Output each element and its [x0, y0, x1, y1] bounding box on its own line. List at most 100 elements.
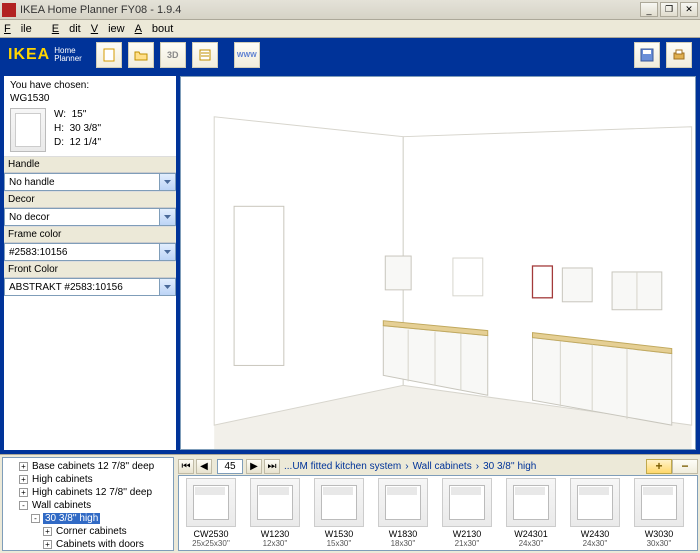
handle-select[interactable]: [4, 173, 160, 191]
prop-handle: Handle: [4, 156, 176, 191]
menu-view[interactable]: View: [91, 23, 125, 35]
zoom-out-button[interactable]: −: [672, 459, 698, 474]
print-button[interactable]: [666, 42, 692, 68]
close-button[interactable]: ✕: [680, 2, 698, 17]
gallery-item-name: CW2530: [193, 529, 228, 539]
category-tree[interactable]: +Base cabinets 12 7/8'' deep+High cabine…: [2, 457, 174, 551]
gallery-item[interactable]: W243024x30'': [565, 478, 625, 548]
prop-front-color: Front Color: [4, 261, 176, 296]
tree-item[interactable]: +Cabinets with doors: [3, 538, 173, 551]
chosen-thumbnail: [10, 108, 46, 152]
expand-icon[interactable]: +: [19, 462, 28, 471]
prop-decor: Decor: [4, 191, 176, 226]
chevron-down-icon[interactable]: [160, 173, 176, 191]
crumb-1[interactable]: Wall cabinets: [413, 461, 472, 472]
crumb-2[interactable]: 30 3/8'' high: [483, 461, 536, 472]
menu-bar: File Edit View About: [0, 20, 700, 38]
prop-frame-color: Frame color: [4, 226, 176, 261]
crumb-0[interactable]: ...UM fitted kitchen system: [284, 461, 401, 472]
expand-icon[interactable]: -: [31, 514, 40, 523]
tree-item[interactable]: -30 3/8'' high: [3, 512, 173, 525]
3d-button[interactable]: 3D: [160, 42, 186, 68]
tree-label: Wall cabinets: [31, 500, 92, 511]
app-icon: [2, 3, 16, 17]
gallery-item-name: W1830: [389, 529, 418, 539]
tree-label: High cabinets: [31, 474, 94, 485]
nav-prev-button[interactable]: ◀: [196, 459, 212, 474]
gallery-item-dim: 30x30'': [647, 539, 672, 548]
gallery-item-dim: 12x30'': [263, 539, 288, 548]
tree-label: 30 3/8'' high: [43, 513, 100, 524]
chevron-down-icon[interactable]: [160, 208, 176, 226]
tree-item[interactable]: +High cabinets 12 7/8'' deep: [3, 486, 173, 499]
logo: IKEA: [8, 46, 50, 64]
page-number: 45: [217, 459, 243, 474]
chevron-down-icon[interactable]: [160, 243, 176, 261]
gallery-item-dim: 24x30'': [519, 539, 544, 548]
open-button[interactable]: [128, 42, 154, 68]
gallery-item-dim: 21x30'': [455, 539, 480, 548]
gallery-item[interactable]: W183018x30'': [373, 478, 433, 548]
cabinet-thumbnail: [570, 478, 620, 527]
sidebar: You have chosen: WG1530 W: 15'' H: 30 3/…: [4, 76, 176, 450]
gallery-item-name: W24301: [514, 529, 548, 539]
breadcrumb-bar: ⏮ ◀ 45 ▶ ⏭ ...UM fitted kitchen system ›…: [178, 457, 698, 475]
tree-label: Cabinets with doors: [55, 539, 145, 550]
cabinet-thumbnail: [250, 478, 300, 527]
maximize-button[interactable]: ❐: [660, 2, 678, 17]
title-bar: IKEA Home Planner FY08 - 1.9.4 _ ❐ ✕: [0, 0, 700, 20]
chevron-down-icon[interactable]: [160, 278, 176, 296]
gallery-item-dim: 25x25x30'': [192, 539, 230, 548]
frame-color-select[interactable]: [4, 243, 160, 261]
tree-item[interactable]: +Corner cabinets: [3, 525, 173, 538]
item-gallery: CW253025x25x30''W123012x30''W153015x30''…: [178, 475, 698, 551]
menu-edit[interactable]: Edit: [52, 23, 81, 35]
nav-last-button[interactable]: ⏭: [264, 459, 280, 474]
chosen-model: WG1530: [10, 93, 170, 104]
tree-item[interactable]: -Wall cabinets: [3, 499, 173, 512]
gallery-item-name: W2430: [581, 529, 610, 539]
cabinet-thumbnail: [314, 478, 364, 527]
menu-about[interactable]: About: [135, 23, 174, 35]
decor-select[interactable]: [4, 208, 160, 226]
gallery-item-name: W3030: [645, 529, 674, 539]
expand-icon[interactable]: +: [43, 527, 52, 536]
front-color-select[interactable]: [4, 278, 160, 296]
tree-item[interactable]: +High cabinets: [3, 473, 173, 486]
gallery-item-dim: 18x30'': [391, 539, 416, 548]
expand-icon[interactable]: -: [19, 501, 28, 510]
window-title: IKEA Home Planner FY08 - 1.9.4: [20, 4, 181, 16]
3d-viewport[interactable]: [180, 76, 696, 450]
expand-icon[interactable]: +: [19, 488, 28, 497]
tree-label: Corner cabinets: [55, 526, 128, 537]
tree-item[interactable]: +Base cabinets 12 7/8'' deep: [3, 460, 173, 473]
gallery-item-name: W1530: [325, 529, 354, 539]
gallery-item-dim: 24x30'': [583, 539, 608, 548]
list-button[interactable]: [192, 42, 218, 68]
gallery-item[interactable]: W123012x30'': [245, 478, 305, 548]
cabinet-thumbnail: [186, 478, 236, 527]
gallery-item-name: W2130: [453, 529, 482, 539]
gallery-item[interactable]: W153015x30'': [309, 478, 369, 548]
zoom-in-button[interactable]: +: [646, 459, 672, 474]
gallery-item-dim: 15x30'': [327, 539, 352, 548]
expand-icon[interactable]: +: [19, 475, 28, 484]
tree-label: Base cabinets 12 7/8'' deep: [31, 461, 155, 472]
gallery-item[interactable]: W2430124x30'': [501, 478, 561, 548]
nav-next-button[interactable]: ▶: [246, 459, 262, 474]
gallery-item[interactable]: CW253025x25x30'': [181, 478, 241, 548]
chosen-label: You have chosen:: [10, 80, 170, 91]
tree-label: High cabinets 12 7/8'' deep: [31, 487, 153, 498]
new-button[interactable]: [96, 42, 122, 68]
expand-icon[interactable]: +: [43, 540, 52, 549]
nav-first-button[interactable]: ⏮: [178, 459, 194, 474]
menu-file[interactable]: File: [4, 23, 42, 35]
toolbar: IKEA HomePlanner 3D WWW: [0, 38, 700, 72]
gallery-item[interactable]: W303030x30'': [629, 478, 689, 548]
minimize-button[interactable]: _: [640, 2, 658, 17]
www-button[interactable]: WWW: [234, 42, 260, 68]
chosen-dimensions: W: 15'' H: 30 3/8'' D: 12 1/4'': [54, 108, 101, 152]
save-button[interactable]: [634, 42, 660, 68]
logo-subtitle: HomePlanner: [54, 47, 82, 63]
gallery-item[interactable]: W213021x30'': [437, 478, 497, 548]
